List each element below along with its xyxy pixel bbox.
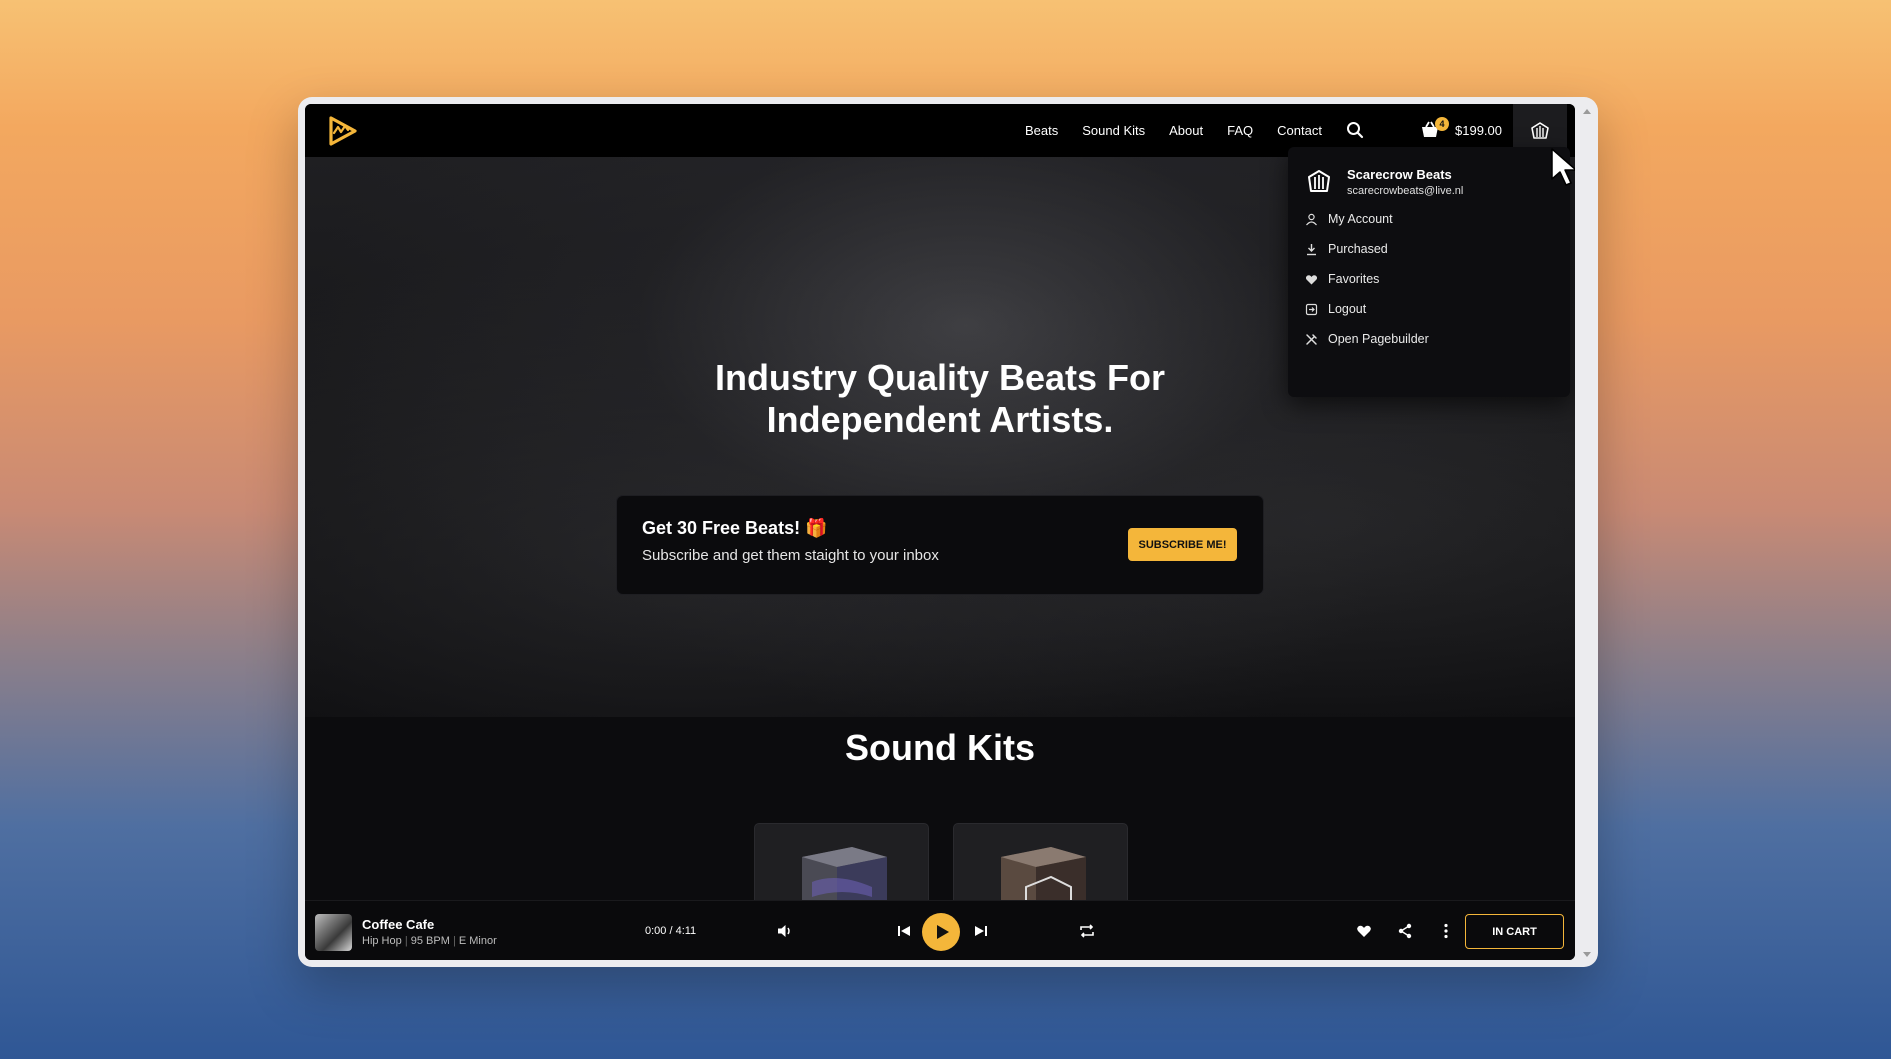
free-beats-banner: Get 30 Free Beats! 🎁 Subscribe and get t… bbox=[617, 496, 1263, 594]
track-key: E Minor bbox=[458, 935, 497, 947]
more-options-icon[interactable] bbox=[1437, 922, 1455, 940]
sound-kit-cover-image bbox=[802, 847, 887, 904]
nav-link-contact[interactable]: Contact bbox=[1277, 123, 1322, 138]
track-title[interactable]: Coffee Cafe bbox=[362, 917, 434, 932]
hero-title-line-2: Independent Artists. bbox=[766, 399, 1114, 440]
sound-kit-card[interactable] bbox=[755, 824, 928, 904]
promo-subtitle: Subscribe and get them staight to your i… bbox=[642, 547, 939, 564]
user-icon bbox=[1306, 213, 1317, 225]
track-artwork bbox=[315, 914, 352, 951]
play-icon bbox=[937, 925, 949, 939]
crown-avatar-icon bbox=[1308, 170, 1330, 192]
promo-title: Get 30 Free Beats! 🎁 bbox=[642, 518, 828, 538]
nav-link-sound-kits[interactable]: Sound Kits bbox=[1082, 123, 1145, 138]
subscribe-button[interactable]: SUBSCRIBE ME! bbox=[1128, 528, 1237, 561]
previous-track-icon[interactable] bbox=[895, 922, 913, 940]
sound-kits-title: Sound Kits bbox=[845, 727, 1035, 768]
repeat-icon[interactable] bbox=[1078, 922, 1096, 940]
nav-link-faq[interactable]: FAQ bbox=[1227, 123, 1253, 138]
menu-item-label: Purchased bbox=[1328, 242, 1388, 256]
menu-item-label: Open Pagebuilder bbox=[1328, 332, 1429, 346]
account-dropdown-menu: Scarecrow Beats scarecrowbeats@live.nl M… bbox=[1288, 147, 1570, 397]
menu-item-logout[interactable]: Logout bbox=[1305, 299, 1366, 319]
menu-item-label: Favorites bbox=[1328, 272, 1380, 286]
menu-item-purchased[interactable]: Purchased bbox=[1305, 239, 1388, 259]
website-viewport: Beats Sound Kits About FAQ Contact 4 $19… bbox=[305, 104, 1575, 960]
scroll-down-icon[interactable] bbox=[1583, 952, 1591, 957]
scrollbar[interactable] bbox=[1580, 105, 1594, 961]
heart-icon bbox=[1305, 274, 1318, 284]
playback-time: 0:00 / 4:11 bbox=[645, 925, 697, 937]
sound-kit-cover-image bbox=[1001, 847, 1086, 904]
volume-icon[interactable] bbox=[776, 922, 794, 940]
next-track-icon[interactable] bbox=[972, 922, 990, 940]
browser-window: Beats Sound Kits About FAQ Contact 4 $19… bbox=[298, 97, 1598, 967]
track-bpm: 95 BPM bbox=[410, 935, 450, 947]
download-icon bbox=[1307, 243, 1316, 255]
track-genre: Hip Hop bbox=[362, 935, 402, 947]
main-nav: Beats Sound Kits About FAQ Contact bbox=[1025, 104, 1322, 157]
in-cart-button[interactable]: IN CART bbox=[1465, 914, 1564, 949]
cart-count-badge: 4 bbox=[1435, 117, 1449, 131]
cart-total[interactable]: $199.00 bbox=[1455, 123, 1502, 138]
nav-link-about[interactable]: About bbox=[1169, 123, 1203, 138]
menu-item-my-account[interactable]: My Account bbox=[1305, 209, 1393, 229]
menu-item-label: Logout bbox=[1328, 302, 1367, 316]
crown-avatar-icon bbox=[1531, 121, 1549, 139]
account-name: Scarecrow Beats bbox=[1347, 167, 1452, 182]
nav-link-beats[interactable]: Beats bbox=[1025, 123, 1058, 138]
heart-icon[interactable] bbox=[1355, 922, 1373, 940]
share-icon[interactable] bbox=[1396, 922, 1414, 940]
menu-item-label: My Account bbox=[1328, 212, 1393, 226]
tools-icon bbox=[1306, 333, 1317, 345]
play-button[interactable] bbox=[922, 913, 960, 951]
logo-icon[interactable] bbox=[325, 114, 359, 148]
track-meta: Hip Hop | 95 BPM | E Minor bbox=[362, 935, 497, 947]
menu-item-open-pagebuilder[interactable]: Open Pagebuilder bbox=[1305, 329, 1429, 349]
logout-icon bbox=[1305, 303, 1318, 315]
audio-player-bar: Coffee Cafe Hip Hop | 95 BPM | E Minor 0… bbox=[305, 900, 1575, 960]
scroll-up-icon[interactable] bbox=[1583, 109, 1591, 114]
menu-item-favorites[interactable]: Favorites bbox=[1305, 269, 1379, 289]
mouse-cursor-icon bbox=[1551, 148, 1575, 186]
sound-kit-card[interactable] bbox=[954, 824, 1127, 904]
hero-title-line-1: Industry Quality Beats For bbox=[714, 357, 1166, 398]
account-email: scarecrowbeats@live.nl bbox=[1347, 185, 1464, 197]
search-icon[interactable] bbox=[1346, 121, 1364, 139]
sound-kits-grid bbox=[755, 824, 1127, 904]
